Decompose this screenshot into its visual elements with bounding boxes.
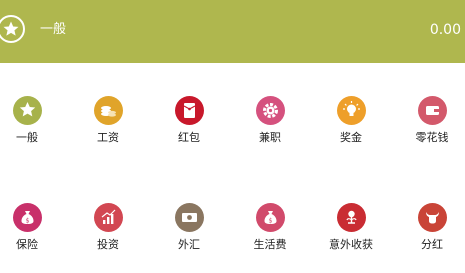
bull-icon bbox=[418, 203, 447, 232]
wallet-icon bbox=[418, 96, 447, 125]
svg-text:$: $ bbox=[269, 218, 273, 225]
growth-chart-icon bbox=[94, 203, 123, 232]
category-item-insurance[interactable]: $ 保险 bbox=[0, 203, 60, 263]
category-label: 工资 bbox=[97, 131, 119, 144]
category-label: 投资 bbox=[97, 238, 119, 251]
category-label: 一般 bbox=[16, 131, 38, 144]
money-bag-icon: $ bbox=[256, 203, 285, 232]
star-icon bbox=[13, 96, 42, 125]
plant-coin-icon bbox=[337, 203, 366, 232]
header-bar: 一般 0.00 bbox=[0, 0, 465, 63]
category-item-pocket-money[interactable]: 零花钱 bbox=[399, 96, 465, 156]
category-item-investment[interactable]: 投资 bbox=[75, 203, 141, 263]
category-label: 外汇 bbox=[178, 238, 200, 251]
category-label: 零花钱 bbox=[415, 131, 449, 144]
category-item-dividend[interactable]: 分红 bbox=[399, 203, 465, 263]
cash-icon bbox=[175, 203, 204, 232]
category-label: 意外收获 bbox=[329, 238, 373, 251]
lightbulb-icon bbox=[337, 96, 366, 125]
category-item-general[interactable]: 一般 bbox=[0, 96, 60, 156]
coins-icon bbox=[94, 96, 123, 125]
category-item-bonus[interactable]: 奖金 bbox=[318, 96, 384, 156]
category-item-salary[interactable]: 工资 bbox=[75, 96, 141, 156]
category-label: 红包 bbox=[178, 131, 200, 144]
gear-icon bbox=[256, 96, 285, 125]
money-bag-icon: $ bbox=[13, 203, 42, 232]
category-item-red-envelope[interactable]: 红包 bbox=[156, 96, 222, 156]
star-icon[interactable] bbox=[0, 15, 25, 43]
amount-display[interactable]: 0.00 bbox=[430, 22, 461, 38]
category-label: 奖金 bbox=[340, 131, 362, 144]
category-label: 兼职 bbox=[259, 131, 281, 144]
category-label: 分红 bbox=[421, 238, 443, 251]
category-label: 生活费 bbox=[253, 238, 287, 251]
category-item-windfall[interactable]: 意外收获 bbox=[318, 203, 384, 263]
selected-category-label: 一般 bbox=[40, 22, 67, 37]
category-item-foreign-exchange[interactable]: 外汇 bbox=[156, 203, 222, 263]
category-item-part-time[interactable]: 兼职 bbox=[237, 96, 303, 156]
red-envelope-icon bbox=[175, 96, 204, 125]
category-item-living-expenses[interactable]: $ 生活费 bbox=[237, 203, 303, 263]
svg-text:$: $ bbox=[26, 218, 30, 225]
category-label: 保险 bbox=[16, 238, 38, 251]
